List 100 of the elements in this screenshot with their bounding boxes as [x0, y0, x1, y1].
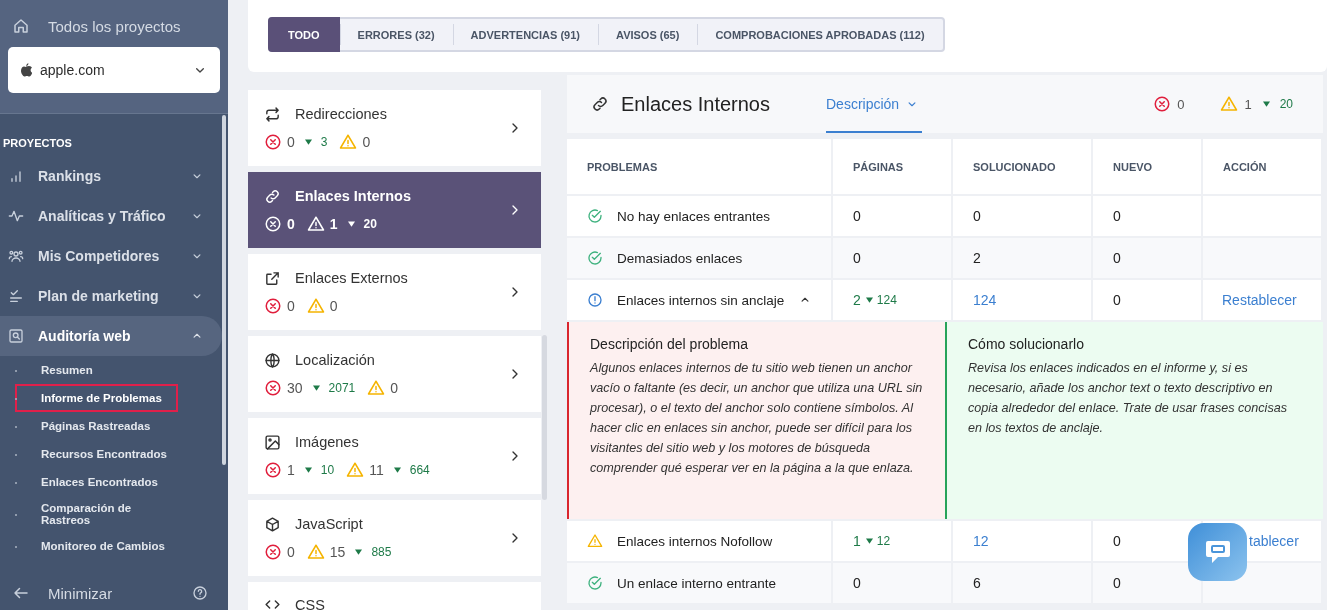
- table-cell: 1 12: [833, 521, 953, 563]
- check-circle-icon: [587, 575, 603, 591]
- nav-item[interactable]: Auditoría web: [0, 316, 222, 356]
- warning-count: 1: [1244, 96, 1252, 112]
- nav-item[interactable]: Plan de marketing: [0, 276, 222, 316]
- reset-link[interactable]: tablecer: [1249, 533, 1299, 549]
- error-icon: [264, 542, 282, 561]
- down-triangle-icon: [355, 548, 363, 555]
- view-dropdown[interactable]: Descripción: [826, 75, 922, 133]
- project-dropdown[interactable]: apple.com: [8, 47, 220, 93]
- problem-cell: No hay enlaces entrantes: [567, 196, 833, 238]
- check-circle-icon: [587, 250, 603, 266]
- link-icon: [264, 187, 281, 205]
- solution-text: Revisa los enlaces indicados en el informe y, si es necesario, añade los anchor text o texto descriptivo en copia alrededor del enlace. Trate de usar frases concisas en los textos de anclaje.: [968, 360, 1288, 437]
- error-icon: [264, 378, 282, 397]
- problem-cell: Demasiados enlaces: [567, 238, 833, 280]
- table-cell: 2: [953, 238, 1093, 280]
- down-triangle-icon: [865, 538, 873, 544]
- solution-title: Cómo solucionarlo: [968, 336, 1085, 352]
- filter-tab[interactable]: AVISOS (65): [598, 19, 698, 50]
- down-triangle-icon: [393, 466, 401, 473]
- table-cell: 0: [953, 196, 1093, 238]
- delta-count: 885: [371, 544, 392, 559]
- filter-tab[interactable]: ADVERTENCIAS (91): [452, 19, 598, 50]
- nav-item[interactable]: Analíticas y Tráfico: [0, 196, 222, 236]
- warning-count: 15: [329, 543, 346, 560]
- delta-count: 2071: [328, 380, 356, 395]
- nav-subitem[interactable]: Resumen: [15, 356, 178, 384]
- category-card[interactable]: Enlaces Internos 0 1 20: [248, 172, 541, 248]
- category-card[interactable]: Localización 30 2071 0: [248, 336, 541, 412]
- cube-icon: [264, 515, 281, 533]
- delta-count: 20: [1279, 97, 1293, 111]
- column-header: ACCIÓN: [1203, 139, 1323, 196]
- delta-count: 124: [876, 293, 897, 307]
- filter-tab[interactable]: TODO: [268, 17, 340, 52]
- checklist-icon: [8, 288, 24, 304]
- column-header: PROBLEMAS: [567, 139, 833, 196]
- nav-subitem[interactable]: Comparación de Rastreos: [15, 496, 178, 532]
- error-icon: [264, 214, 282, 233]
- delta-count: 12: [876, 534, 891, 548]
- table-link[interactable]: 12: [953, 521, 1093, 563]
- down-triangle-icon: [304, 138, 312, 145]
- nav-item[interactable]: Mis Competidores: [0, 236, 222, 276]
- down-triangle-icon: [1262, 101, 1270, 107]
- category-card[interactable]: Imágenes 1 10 11 664: [248, 418, 541, 494]
- delta-count: 10: [320, 462, 335, 477]
- section-heading: PROYECTOS: [3, 137, 72, 150]
- nav-subitem[interactable]: Recursos Encontrados: [15, 440, 178, 468]
- warning-icon: [1220, 95, 1239, 113]
- category-card[interactable]: Enlaces Externos 0 0: [248, 254, 541, 330]
- reset-link[interactable]: Restablecer: [1222, 292, 1297, 308]
- nav-subitem[interactable]: Informe de Problemas: [15, 384, 178, 412]
- all-projects-link[interactable]: Todos los proyectos: [48, 17, 181, 35]
- down-triangle-icon: [304, 466, 312, 473]
- home-icon: [12, 17, 30, 35]
- bar-chart-icon: [8, 168, 24, 184]
- panel-title: Enlaces Internos: [621, 92, 770, 116]
- category-card[interactable]: JavaScript 0 15 885: [248, 500, 541, 576]
- error-count: 0: [287, 215, 295, 232]
- column-header: NUEVO: [1093, 139, 1203, 196]
- error-icon: [1153, 95, 1172, 113]
- error-count: 30: [287, 379, 303, 396]
- filter-tab[interactable]: ERRORES (32): [339, 19, 453, 50]
- nav-subitem[interactable]: Monitoreo de Cambios: [15, 532, 178, 560]
- help-icon: [192, 585, 208, 601]
- nav-subitem[interactable]: Páginas Rastreadas: [15, 412, 178, 440]
- category-card[interactable]: CSS: [248, 582, 541, 610]
- table-cell: 0: [833, 238, 953, 280]
- scrollbar[interactable]: [542, 335, 547, 500]
- minimize-button[interactable]: Minimizar: [48, 584, 174, 602]
- problem-cell[interactable]: Enlaces internos sin anclaje: [567, 280, 833, 322]
- error-count: 0: [287, 543, 295, 560]
- warning-count: 0: [390, 379, 399, 396]
- nav-item[interactable]: Rankings: [0, 156, 222, 196]
- scrollbar[interactable]: [222, 115, 226, 465]
- link-icon: [591, 95, 609, 113]
- table-link[interactable]: 124: [953, 280, 1093, 322]
- repeat-icon: [264, 105, 281, 123]
- error-count: 0: [1177, 96, 1185, 112]
- warning-icon: [346, 460, 365, 479]
- delta-count: 664: [409, 462, 430, 477]
- category-card[interactable]: Redirecciones 0 3 0: [248, 90, 541, 166]
- warning-icon: [587, 533, 603, 549]
- warning-icon: [306, 296, 325, 315]
- warning-count: 1: [329, 215, 338, 232]
- table-cell: 0: [833, 196, 953, 238]
- warning-icon: [339, 132, 358, 151]
- nav-subitem[interactable]: Enlaces Encontrados: [15, 468, 178, 496]
- info-icon: [587, 292, 603, 308]
- apple-icon: [20, 63, 32, 77]
- description-text: Algunos enlaces internos de tu sitio web tienen un anchor vacío o faltante (es decir, un anchor que utiliza una URL sin procesar), o el texto del anchor solo contiene símbolos. Al hacer clic en enlaces sin anchor, puede ser difícil para los visitantes del sitio web y los motores de búsqueda comprender qué esperar ver en la página a la que enlaza.: [590, 360, 924, 477]
- error-count: 0: [287, 297, 295, 314]
- filter-tab[interactable]: COMPROBACIONES APROBADAS (112): [697, 19, 943, 50]
- table-cell: 6: [953, 563, 1093, 605]
- external-link-icon: [264, 269, 281, 287]
- description-title: Descripción del problema: [590, 336, 749, 352]
- warning-count: 0: [329, 297, 338, 314]
- delta-count: 20: [363, 216, 377, 231]
- chat-button[interactable]: [1188, 523, 1247, 581]
- table-cell: 0: [1093, 563, 1203, 605]
